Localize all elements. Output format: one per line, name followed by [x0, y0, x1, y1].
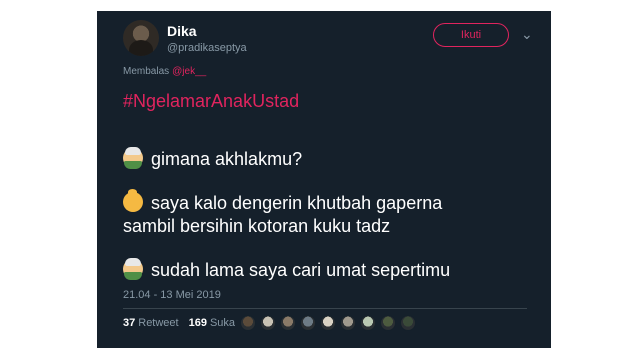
liker-avatar[interactable] [260, 315, 276, 331]
tweet-line-text: sambil bersihin kotoran kuku tadz [123, 216, 391, 236]
author-handle[interactable]: @pradikaseptya [167, 42, 247, 54]
liker-avatar[interactable] [300, 315, 316, 331]
reply-mention-link[interactable]: @jek__ [172, 66, 206, 77]
tweet-text-line: saya kalo dengerin khutbah gaperna [123, 189, 443, 214]
tweet-timestamp[interactable]: 21.04 - 13 Mei 2019 [123, 289, 221, 301]
chevron-down-icon[interactable]: ⌄ [521, 27, 533, 41]
tweet-line-text: gimana akhlakmu? [151, 149, 303, 169]
liker-avatar[interactable] [400, 315, 416, 331]
reply-context: Membalas @jek__ [123, 66, 206, 77]
liker-avatar[interactable] [360, 315, 376, 331]
liker-avatar[interactable] [340, 315, 356, 331]
older-man-emoji-icon [123, 258, 143, 280]
older-man-emoji-icon [123, 147, 143, 169]
baby-emoji-icon [123, 189, 143, 212]
liker-avatar[interactable] [320, 315, 336, 331]
like-count[interactable]: 169 [189, 317, 207, 329]
liker-avatar[interactable] [380, 315, 396, 331]
author-avatar[interactable] [123, 20, 159, 56]
author-name[interactable]: Dika [167, 23, 197, 39]
tweet-text-line: gimana akhlakmu? [123, 147, 303, 170]
tweet-text-line: sambil bersihin kotoran kuku tadz [123, 215, 390, 237]
tweet-text-line: sudah lama saya cari umat sepertimu [123, 258, 451, 281]
hashtag-link[interactable]: #NgelamarAnakUstad [123, 91, 299, 112]
liker-avatars [240, 315, 420, 331]
tweet-line-text: saya kalo dengerin khutbah gaperna [151, 193, 443, 213]
reply-prefix: Membalas [123, 66, 170, 77]
liker-avatar[interactable] [240, 315, 256, 331]
retweet-label[interactable]: Retweet [138, 317, 178, 329]
divider [123, 308, 527, 309]
tweet-line-text: sudah lama saya cari umat sepertimu [151, 260, 451, 280]
like-label[interactable]: Suka [210, 317, 235, 329]
liker-avatar[interactable] [280, 315, 296, 331]
retweet-count[interactable]: 37 [123, 317, 135, 329]
follow-button[interactable]: Ikuti [433, 23, 509, 47]
engagement-stats: 37 Retweet 169 Suka [123, 317, 235, 329]
tweet-card: Dika @pradikaseptya Ikuti ⌄ Membalas @jek… [97, 11, 551, 348]
